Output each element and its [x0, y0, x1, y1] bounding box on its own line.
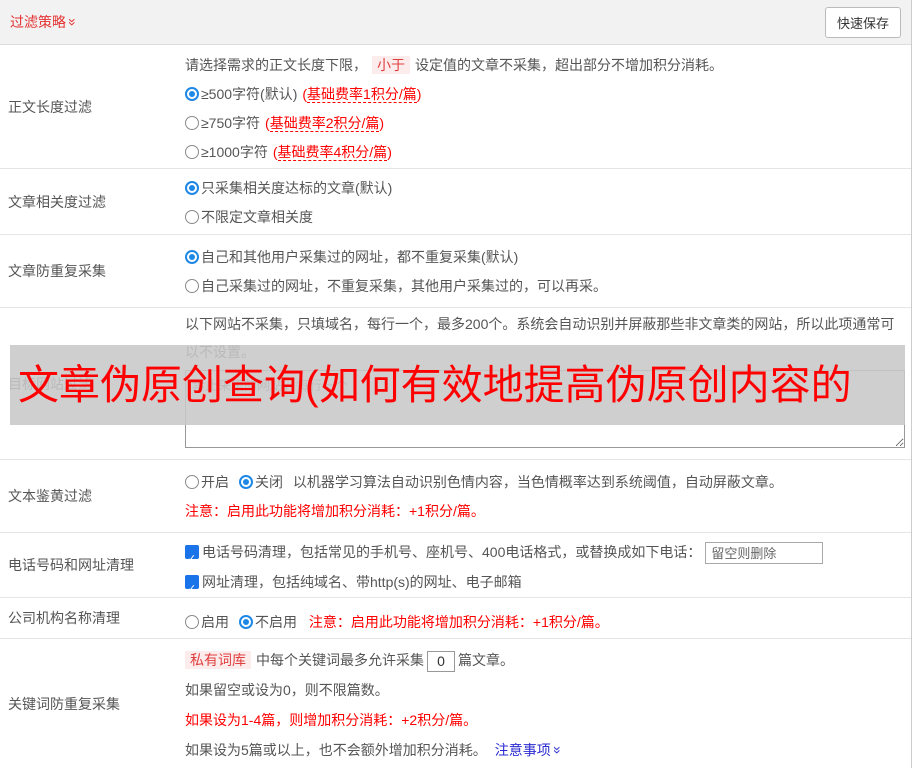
- porn-filter-description: 以机器学习算法自动识别色情内容，当色情概率达到系统阈值，自动屏蔽文章。: [292, 474, 783, 490]
- phone-url-clean-label: 电话号码和网址清理: [8, 557, 134, 573]
- chevron-down-icon[interactable]: »: [65, 18, 81, 26]
- keyword-note-five: 如果设为5篇或以上，也不会额外增加积分消耗。 注意事项»: [185, 735, 903, 765]
- radio-porn-on[interactable]: [185, 475, 199, 489]
- relevance-label: 文章相关度过滤: [8, 193, 106, 210]
- section-content-length: 正文长度过滤 请选择需求的正文长度下限， 小于 设定值的文章不采集，超出部分不增加积…: [0, 45, 911, 169]
- section-phone-url-clean: 电话号码和网址清理 电话号码清理，包括常见的手机号、座机号、400电话格式，或替…: [0, 533, 911, 604]
- filter-strategy-page: 过滤策略 » 快速保存 正文长度过滤 请选择需求的正文长度下限， 小于 设定值的文章…: [0, 0, 912, 768]
- radio-dedup-self-only[interactable]: [185, 279, 199, 293]
- option-label: 只采集相关度达标的文章(默认): [201, 180, 393, 196]
- section-company-clean: 公司机构名称清理 启用 不启用 注意：启用此功能将增加积分消耗：+1积分/篇。: [0, 598, 911, 639]
- porn-filter-label: 文本鉴黄过滤: [8, 488, 92, 504]
- private-thesaurus-highlight: 私有词库: [185, 651, 251, 669]
- porn-filter-options: 开启 关闭 以机器学习算法自动识别色情内容，当色情概率达到系统阈值，自动屏蔽文章。: [185, 468, 903, 497]
- notice-link[interactable]: 注意事项: [495, 742, 551, 758]
- radio-750-chars[interactable]: [185, 116, 199, 130]
- option-label: ≥1000字符: [201, 144, 268, 160]
- quick-save-button[interactable]: 快速保存: [824, 6, 901, 38]
- keyword-note-empty: 如果留空或设为0，则不限篇数。: [185, 682, 389, 698]
- page-title: 过滤策略: [10, 14, 66, 30]
- dedup-option-2: 自己采集过的网址，不重复采集，其他用户采集过的，可以再采。: [185, 272, 903, 301]
- option-label: 不启用: [255, 614, 297, 630]
- intro-highlight: 小于: [372, 56, 410, 74]
- option-label: 自己采集过的网址，不重复采集，其他用户采集过的，可以再采。: [201, 278, 607, 294]
- option-label: ≥750字符: [201, 115, 261, 131]
- radio-relevance-any[interactable]: [185, 210, 199, 224]
- option-fee: 基础费率4积分/篇: [273, 144, 392, 161]
- dedup-label: 文章防重复采集: [8, 263, 106, 279]
- keyword-limit-input[interactable]: [427, 650, 455, 672]
- porn-filter-note: 注意：启用此功能将增加积分消耗：+1积分/篇。: [185, 503, 485, 519]
- company-clean-label: 公司机构名称清理: [8, 610, 120, 626]
- keyword-limit-unit: 篇文章。: [458, 652, 514, 668]
- content-length-label: 正文长度过滤: [8, 98, 92, 115]
- url-clean-text: 网址清理，包括纯域名、带http(s)的网址、电子邮箱: [202, 574, 522, 590]
- option-fee: 基础费率1积分/篇: [302, 86, 421, 103]
- option-label: 关闭: [255, 474, 283, 490]
- radio-500-chars[interactable]: [185, 87, 199, 101]
- section-keyword-dedup: 关键词防重复采集 私有词库中每个关键词最多允许采集 篇文章。 如果留空或设为0，则…: [0, 639, 911, 768]
- watermark-overlay: 文章伪原创查询(如何有效地提高伪原创内容的: [10, 345, 905, 425]
- phone-clean-line: 电话号码清理，包括常见的手机号、座机号、400电话格式，或替换成如下电话：: [185, 537, 903, 574]
- option-label: 开启: [201, 474, 229, 490]
- option-fee: 基础费率2积分/篇: [265, 115, 384, 132]
- keyword-note-five-text: 如果设为5篇或以上，也不会额外增加积分消耗。: [185, 742, 487, 758]
- section-porn-filter: 文本鉴黄过滤 开启 关闭 以机器学习算法自动识别色情内容，当色情概率达到系统阈值，…: [0, 460, 911, 533]
- radio-dedup-all-users[interactable]: [185, 250, 199, 264]
- content-length-intro: 请选择需求的正文长度下限， 小于 设定值的文章不采集，超出部分不增加积分消耗。: [185, 51, 903, 80]
- replace-phone-input[interactable]: [705, 542, 824, 565]
- relevance-option-2: 不限定文章相关度: [185, 203, 903, 232]
- phone-clean-text: 电话号码清理，包括常见的手机号、座机号、400电话格式，或替换成如下电话：: [202, 544, 702, 560]
- content-length-option-500: ≥500字符(默认)基础费率1积分/篇: [185, 80, 903, 109]
- chevron-down-icon[interactable]: »: [550, 746, 566, 754]
- intro-text-post: 设定值的文章不采集，超出部分不增加积分消耗。: [415, 57, 723, 73]
- keyword-note-cost: 如果设为1-4篇，则增加积分消耗：+2积分/篇。: [185, 712, 478, 728]
- radio-relevance-only[interactable]: [185, 181, 199, 195]
- intro-text-pre: 请选择需求的正文长度下限，: [185, 57, 367, 73]
- company-clean-options: 启用 不启用 注意：启用此功能将增加积分消耗：+1积分/篇。: [185, 608, 903, 637]
- page-header: 过滤策略 » 快速保存: [0, 0, 911, 45]
- option-label: 启用: [201, 614, 229, 630]
- content-length-option-1000: ≥1000字符基础费率4积分/篇: [185, 138, 903, 167]
- radio-company-on[interactable]: [185, 615, 199, 629]
- section-dedup: 文章防重复采集 自己和其他用户采集过的网址，都不重复采集(默认) 自己采集过的网…: [0, 235, 911, 308]
- url-clean-checkbox[interactable]: [185, 574, 199, 604]
- option-label: 不限定文章相关度: [201, 209, 313, 225]
- radio-1000-chars[interactable]: [185, 145, 199, 159]
- dedup-option-1: 自己和其他用户采集过的网址，都不重复采集(默认): [185, 243, 903, 272]
- keyword-limit-text: 中每个关键词最多允许采集: [256, 652, 424, 668]
- keyword-dedup-label: 关键词防重复采集: [8, 696, 120, 712]
- option-label: 自己和其他用户采集过的网址，都不重复采集(默认): [201, 249, 519, 265]
- company-clean-note: 注意：启用此功能将增加积分消耗：+1积分/篇。: [308, 614, 609, 630]
- option-label: ≥500字符(默认): [201, 86, 298, 102]
- section-relevance: 文章相关度过滤 只采集相关度达标的文章(默认) 不限定文章相关度: [0, 169, 911, 235]
- radio-porn-off[interactable]: [239, 475, 253, 489]
- content-length-option-750: ≥750字符基础费率2积分/篇: [185, 109, 903, 138]
- keyword-limit-line: 私有词库中每个关键词最多允许采集 篇文章。: [185, 645, 903, 675]
- relevance-option-1: 只采集相关度达标的文章(默认): [185, 174, 903, 203]
- phone-clean-checkbox[interactable]: [185, 544, 199, 574]
- url-clean-line: 网址清理，包括纯域名、带http(s)的网址、电子邮箱: [185, 567, 903, 604]
- watermark-text: 文章伪原创查询(如何有效地提高伪原创内容的: [18, 361, 852, 408]
- radio-company-off[interactable]: [239, 615, 253, 629]
